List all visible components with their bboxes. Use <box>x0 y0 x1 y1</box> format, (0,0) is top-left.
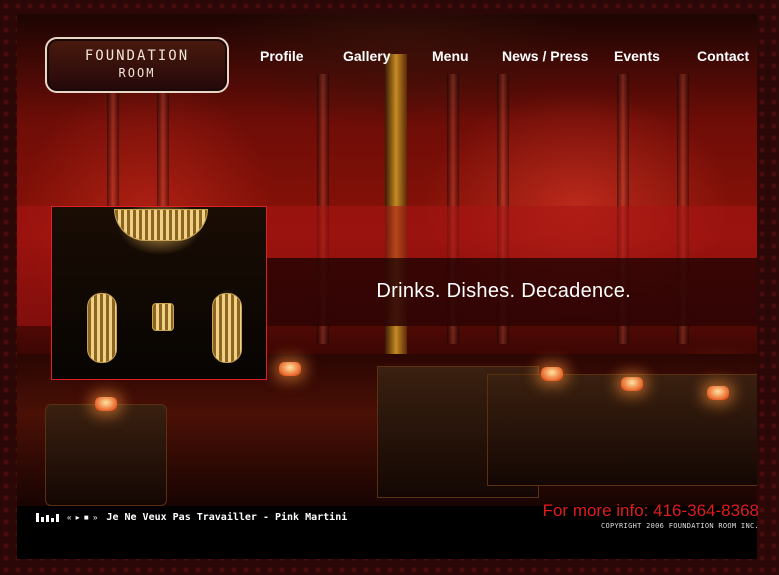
now-playing-track: Je Ne Veux Pas Travailler - Pink Martini <box>106 512 348 523</box>
foundation-room-logo[interactable]: FOUNDATION ROOM <box>45 37 229 93</box>
player-controls[interactable]: « ▸ ■ » <box>67 513 98 522</box>
hero-tagline: Drinks. Dishes. Decadence. <box>376 280 631 302</box>
nav-gallery[interactable]: Gallery <box>343 48 390 64</box>
site-stage: Drinks. Dishes. Decadence. FOUNDATION RO… <box>17 14 757 559</box>
nav-menu[interactable]: Menu <box>432 48 469 64</box>
nav-profile[interactable]: Profile <box>260 48 304 64</box>
lanterns-photo <box>51 206 267 380</box>
music-player: « ▸ ■ » Je Ne Veux Pas Travailler - Pink… <box>36 512 347 523</box>
equalizer-icon[interactable] <box>36 513 59 522</box>
copyright-notice: COPYRIGHT 2006 FOUNDATION ROOM INC. <box>600 522 759 530</box>
nav-contact[interactable]: Contact <box>697 48 749 64</box>
nav-news-press[interactable]: News / Press <box>502 48 588 64</box>
nav-events[interactable]: Events <box>614 48 660 64</box>
logo-text-line1: FOUNDATION <box>84 48 190 64</box>
contact-info: For more info: 416-364-8368 <box>542 501 759 520</box>
logo-text-line2: ROOM <box>118 66 156 80</box>
